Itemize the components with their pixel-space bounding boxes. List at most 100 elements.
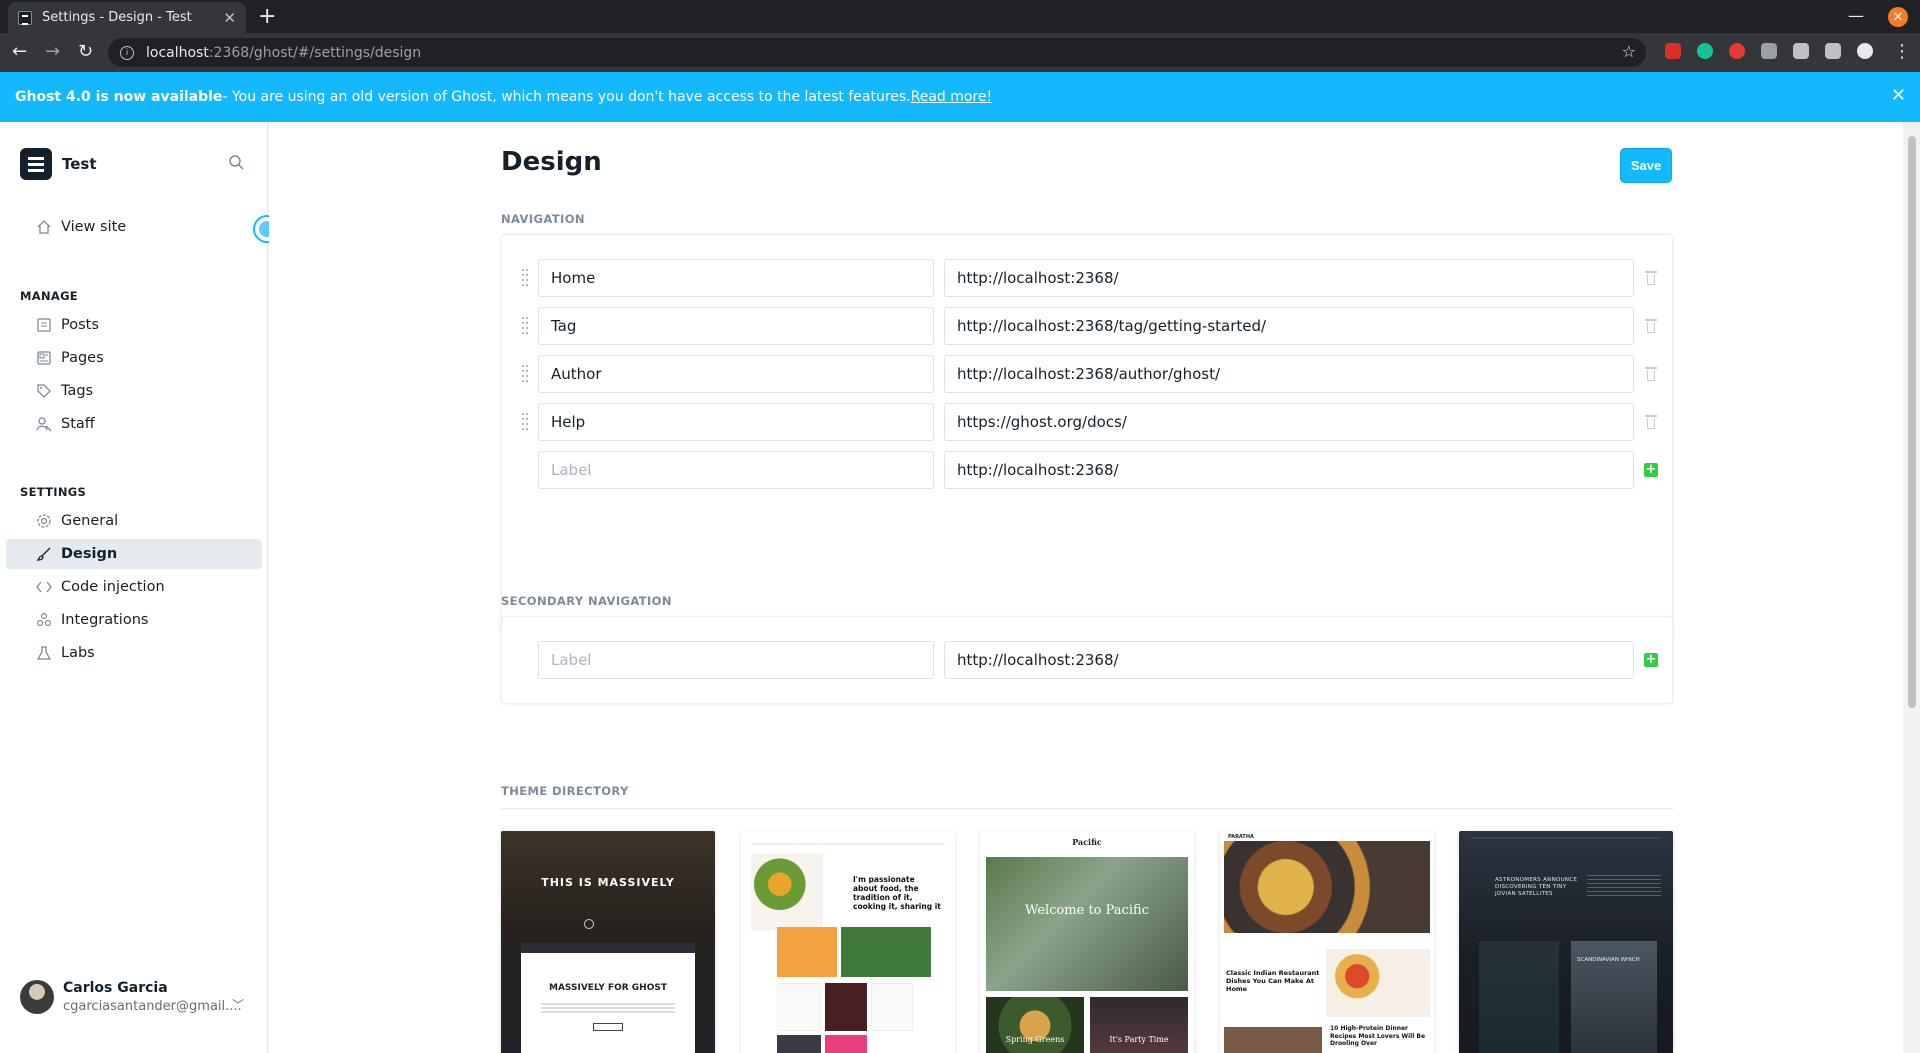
new-secondary-label-input[interactable] [538, 641, 934, 679]
back-icon[interactable]: ← [12, 41, 27, 62]
code-icon [36, 581, 52, 593]
sidebar-item-code-injection[interactable]: Code injection [6, 572, 262, 602]
drag-handle-icon[interactable] [522, 413, 528, 431]
page-scrollbar[interactable] [1903, 122, 1920, 1053]
sidebar-item-pages[interactable]: Pages [6, 343, 262, 373]
trash-icon[interactable] [1645, 366, 1657, 382]
chevron-down-icon[interactable]: ﹀ [232, 996, 244, 1013]
site-info-icon[interactable]: i [120, 45, 134, 60]
theme-tile-green [841, 927, 931, 977]
tab-close-icon[interactable]: ✕ [223, 9, 236, 27]
sidebar-item-label: Labs [61, 645, 95, 661]
site-brand[interactable]: Test [20, 148, 97, 180]
grammarly-icon[interactable] [1697, 43, 1713, 59]
search-icon[interactable] [228, 154, 244, 170]
save-button[interactable]: Save [1620, 148, 1672, 183]
banner-close-icon[interactable]: ✕ [1891, 85, 1906, 106]
profile-icon[interactable] [1857, 43, 1873, 59]
site-name: Test [62, 155, 97, 173]
theme-directory-heading: THEME DIRECTORY [501, 784, 629, 798]
theme-tile-text [871, 983, 913, 1031]
nav-label-input[interactable] [538, 307, 934, 345]
sidebar-item-posts[interactable]: Posts [6, 310, 262, 340]
sidebar-item-tags[interactable]: Tags [6, 376, 262, 406]
nav-url-input[interactable] [944, 307, 1634, 345]
drag-handle-icon[interactable] [522, 365, 528, 383]
reload-icon[interactable]: ↻ [78, 41, 93, 62]
url-path: :2368/ghost/#/settings/design [208, 44, 422, 61]
drag-handle-icon[interactable] [522, 317, 528, 335]
theme-preview-nav [751, 843, 945, 845]
puzzle-icon[interactable] [1793, 43, 1809, 59]
sidebar-item-view-site[interactable]: View site [6, 212, 262, 242]
theme-card-dark[interactable]: ASTRONOMERS ANNOUNCE DISCOVERING TEN TIN… [1459, 831, 1673, 1053]
sidebar-item-general[interactable]: General [6, 506, 262, 536]
sidebar-item-integrations[interactable]: Integrations [6, 605, 262, 635]
sidebar-item-labs[interactable]: Labs [6, 638, 262, 668]
theme-tile-label: Spring Greens [1005, 1035, 1065, 1044]
browser-tab[interactable]: Settings - Design - Test ✕ [8, 2, 246, 33]
nav-label-input[interactable] [538, 403, 934, 441]
banner-read-more-link[interactable]: Read more! [911, 89, 993, 105]
add-icon[interactable]: + [1644, 463, 1658, 477]
nav-label-input[interactable] [538, 355, 934, 393]
theme-image-spices [1326, 949, 1430, 1017]
extension-icon[interactable] [1729, 43, 1745, 59]
window-close-icon[interactable]: ✕ [1888, 7, 1908, 27]
trash-icon[interactable] [1645, 270, 1657, 286]
flask-icon [36, 646, 52, 660]
nav-url-input[interactable] [944, 259, 1634, 297]
queue-icon[interactable] [1825, 43, 1841, 59]
tag-icon [37, 384, 51, 398]
chevron-circle-icon [584, 919, 594, 929]
theme-hero-image: Welcome to Pacific [986, 857, 1188, 991]
camera-icon[interactable] [1761, 43, 1777, 59]
nav-item-row [502, 355, 1674, 393]
theme-tile-party: It's Party Time [1090, 997, 1188, 1053]
theme-card-paratha[interactable]: PARATHA Classic Indian Restaurant Dishes… [1220, 831, 1434, 1053]
sidebar-item-label: Tags [61, 383, 94, 399]
ghost-favicon-icon [18, 10, 32, 25]
brush-icon [36, 547, 51, 561]
forward-icon[interactable]: → [45, 41, 60, 62]
tab-title: Settings - Design - Test [42, 10, 192, 25]
sidebar-item-label: View site [61, 219, 127, 235]
theme-subheadline: 10 High-Protein Dinner Recipes Most Love… [1330, 1025, 1426, 1047]
update-banner: Ghost 4.0 is now available - You are usi… [0, 72, 1920, 122]
trash-icon[interactable] [1645, 318, 1657, 334]
theme-card-pacific[interactable]: Pacific Welcome to Pacific Spring Greens… [980, 831, 1194, 1053]
nav-url-input[interactable] [944, 403, 1634, 441]
new-secondary-nav-row: + [502, 641, 1674, 679]
trash-icon[interactable] [1645, 414, 1657, 430]
sidebar-item-label: Design [61, 546, 118, 562]
navigation-card: + [501, 234, 1673, 638]
new-tab-icon[interactable]: + [258, 4, 276, 29]
theme-headline: ASTRONOMERS ANNOUNCE DISCOVERING TEN TIN… [1495, 877, 1578, 897]
theme-card-massively[interactable]: THIS IS MASSIVELY MASSIVELY FOR GHOST [501, 831, 715, 1053]
sidebar-item-design[interactable]: Design [6, 539, 262, 569]
nav-label-input[interactable] [538, 259, 934, 297]
extension-icon[interactable] [1665, 43, 1681, 59]
scrollbar-thumb[interactable] [1908, 136, 1916, 708]
nav-url-input[interactable] [944, 355, 1634, 393]
settings-heading: SETTINGS [20, 485, 87, 499]
menu-icon[interactable]: ⋮ [1893, 41, 1911, 62]
theme-card-edition[interactable]: I'm passionate about food, the tradition… [741, 831, 955, 1053]
sidebar-item-label: Integrations [61, 612, 149, 628]
address-bar[interactable]: i localhost:2368/ghost/#/settings/design… [108, 38, 1646, 67]
new-nav-item-row: + [502, 451, 1674, 489]
staff-icon [36, 417, 52, 432]
minimize-icon[interactable]: — [1848, 6, 1864, 25]
new-secondary-url-input[interactable] [944, 641, 1634, 679]
new-nav-label-input[interactable] [538, 451, 934, 489]
user-menu[interactable]: Carlos Garcia cgarciasantander@gmail.... [20, 980, 242, 1014]
integrations-icon [36, 612, 52, 627]
theme-image-food [751, 853, 823, 931]
banner-text: - You are using an old version of Ghost,… [222, 89, 911, 105]
theme-preview-panel: MASSIVELY FOR GHOST [521, 943, 695, 1053]
bookmark-star-icon[interactable]: ☆ [1622, 42, 1636, 61]
drag-handle-icon[interactable] [522, 269, 528, 287]
new-nav-url-input[interactable] [944, 451, 1634, 489]
add-icon[interactable]: + [1644, 653, 1658, 667]
sidebar-item-staff[interactable]: Staff [6, 409, 262, 439]
